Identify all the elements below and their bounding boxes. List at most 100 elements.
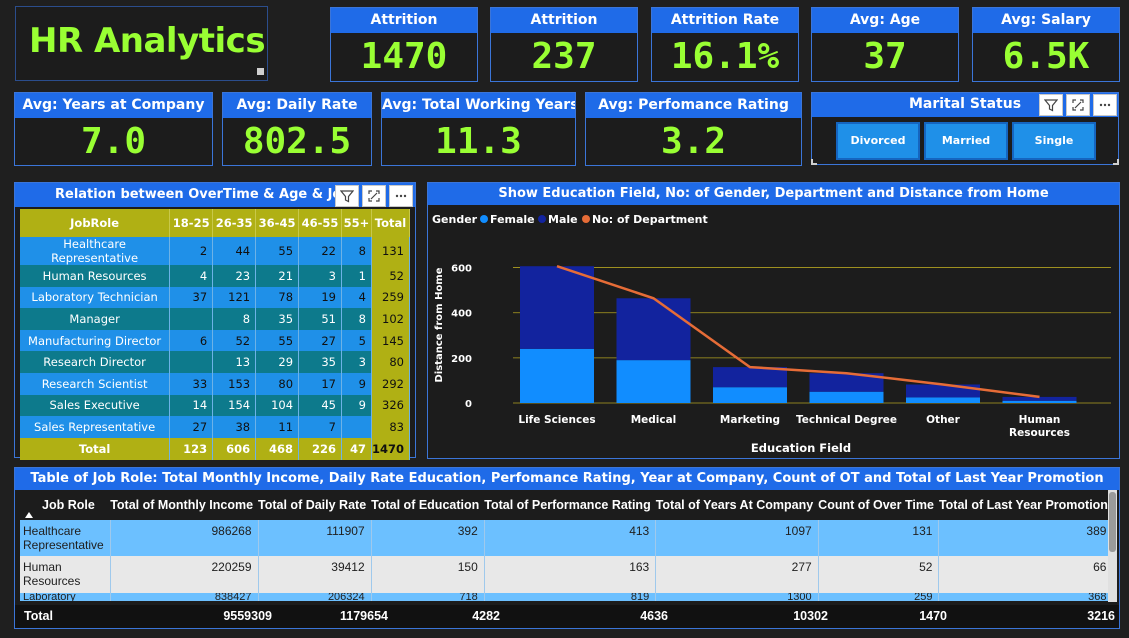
table-col-header[interactable]: Total of Daily Rate xyxy=(258,490,371,520)
bar-male xyxy=(1002,396,1077,401)
slicer-title-text: Marital Status xyxy=(908,96,1022,112)
y-tick-label: 600 xyxy=(451,264,472,275)
kpi-avg-age[interactable]: Avg: Age 37 xyxy=(811,7,959,82)
kpi-value: 3.2 xyxy=(660,121,727,162)
table-col-header[interactable]: Total of Education xyxy=(371,490,484,520)
matrix-cell: 1 xyxy=(341,265,372,287)
matrix-row-label: Sales Representative xyxy=(20,416,171,438)
jobrole-metrics-table[interactable]: Table of Job Role: Total Monthly Income,… xyxy=(14,467,1120,629)
matrix-row[interactable]: Research Scientist 33 153 80 17 9 292 xyxy=(20,372,411,395)
matrix-col-header[interactable]: 46-55 xyxy=(298,209,342,237)
matrix-cell: 6 xyxy=(169,329,214,352)
table-row[interactable]: Healthcare Representative 986268 111907 392… xyxy=(20,520,1114,556)
table-row[interactable]: Laboratory 838427 206324 718 819 1300 259 368 xyxy=(20,593,1114,601)
table-col-header-text: Job Role xyxy=(42,498,95,512)
table-col-header[interactable]: Total of Performance Rating xyxy=(484,490,655,520)
chart-canvas: Gender Female Male No: of Department 0 200 400… xyxy=(432,213,1111,455)
kpi-avg-performance[interactable]: Avg: Perfomance Rating 3.2 xyxy=(585,92,802,166)
table-row-label: Healthcare Representative xyxy=(20,520,111,556)
matrix-col-header[interactable]: 18-25 xyxy=(169,209,214,237)
matrix-cell: 7 xyxy=(298,416,342,438)
matrix-row[interactable]: Research Director 13 29 35 3 80 xyxy=(20,351,411,373)
filter-icon[interactable] xyxy=(335,185,359,207)
kpi-value: 7.0 xyxy=(80,121,147,162)
matrix-row[interactable]: Laboratory Technician 37 121 78 19 4 259 xyxy=(20,286,411,309)
kpi-avg-years-company[interactable]: Avg: Years at Company 7.0 xyxy=(14,92,213,166)
matrix-total-label: Total xyxy=(20,437,171,460)
y-tick-label: 0 xyxy=(465,399,472,410)
matrix-row-label: Manager xyxy=(20,308,171,330)
matrix-cell: 4 xyxy=(169,265,214,287)
resize-handle[interactable] xyxy=(257,68,264,75)
x-tick-label: Marketing xyxy=(720,414,780,426)
matrix-cell: 9 xyxy=(341,372,372,395)
kpi-value: 237 xyxy=(531,36,597,77)
matrix-col-header[interactable]: Total xyxy=(371,209,411,237)
kpi-attrition-total[interactable]: Attrition 1470 xyxy=(330,7,478,82)
matrix-row[interactable]: Manufacturing Director 6 52 55 27 5 145 xyxy=(20,329,411,352)
focus-mode-icon[interactable] xyxy=(1066,94,1090,116)
matrix-cell: 80 xyxy=(255,372,300,395)
kpi-label: Avg: Years at Company xyxy=(15,93,212,118)
education-field-chart[interactable]: Show Education Field, No: of Gender, Dep… xyxy=(427,182,1120,459)
matrix-col-header[interactable]: JobRole xyxy=(20,209,171,237)
table-col-header[interactable]: Count of Over Time xyxy=(818,490,939,520)
overtime-age-jobrole-matrix[interactable]: Relation between OverTime & Age & Job Jo… xyxy=(14,182,416,460)
legend-marker xyxy=(582,215,590,223)
slicer-option-married[interactable]: Married xyxy=(924,122,1008,160)
focus-mode-icon[interactable] xyxy=(362,185,386,207)
matrix-cell: 83 xyxy=(371,416,411,438)
table-cell: 986268 xyxy=(110,520,259,556)
matrix-cell: 55 xyxy=(255,329,300,352)
matrix-cell: 37 xyxy=(169,286,214,309)
matrix-cell: 80 xyxy=(371,351,411,373)
matrix-total-cell: 226 xyxy=(298,437,342,460)
kpi-avg-daily-rate[interactable]: Avg: Daily Rate 802.5 xyxy=(222,92,372,166)
slicer-option-divorced[interactable]: Divorced xyxy=(836,122,920,160)
kpi-attrition-yes[interactable]: Attrition 237 xyxy=(490,7,638,82)
table-row[interactable]: Human Resources 220259 39412 150 163 277 52 66 xyxy=(20,556,1114,593)
matrix-cell: 33 xyxy=(169,372,214,395)
matrix-cell: 52 xyxy=(212,329,257,352)
kpi-avg-salary[interactable]: Avg: Salary 6.5K xyxy=(972,7,1120,82)
scrollbar-thumb[interactable] xyxy=(1109,492,1116,552)
matrix-row-label: Research Scientist xyxy=(20,372,171,395)
matrix-cell xyxy=(341,416,372,438)
matrix-cell: 3 xyxy=(341,351,372,373)
table-cell: 1300 xyxy=(655,593,819,601)
x-tick-label: Other xyxy=(926,414,961,426)
table-col-header[interactable]: Total of Monthly Income xyxy=(110,490,258,520)
table-cell: 150 xyxy=(371,556,485,593)
matrix-row[interactable]: Manager 8 35 51 8 102 xyxy=(20,308,411,330)
matrix-col-header[interactable]: 36-45 xyxy=(255,209,300,237)
more-options-icon[interactable] xyxy=(1093,94,1117,116)
matrix-col-header[interactable]: 55+ xyxy=(341,209,372,237)
sort-ascending-icon[interactable] xyxy=(25,512,33,518)
jobrole-table: Job Role Total of Monthly Income Total o… xyxy=(20,490,1114,601)
matrix-col-header[interactable]: 26-35 xyxy=(212,209,257,237)
more-options-icon[interactable] xyxy=(389,185,413,207)
kpi-attrition-rate[interactable]: Attrition Rate 16.1% xyxy=(651,7,799,82)
table-cell: 66 xyxy=(938,556,1114,593)
matrix-cell: 5 xyxy=(341,329,372,352)
table-col-header[interactable]: Total of Last Year Promotion xyxy=(939,490,1113,520)
table-col-header[interactable]: Job Role xyxy=(20,490,110,520)
matrix-cell: 131 xyxy=(371,237,411,265)
filter-icon[interactable] xyxy=(1039,94,1063,116)
matrix-row[interactable]: Healthcare Representative 2 44 55 22 8 131 xyxy=(20,237,411,265)
kpi-label: Avg: Age xyxy=(812,8,958,33)
matrix-cell: 3 xyxy=(298,265,342,287)
kpi-avg-working-years[interactable]: Avg: Total Working Years 11.3 xyxy=(381,92,576,166)
matrix-visual-header xyxy=(335,185,413,207)
table-col-header[interactable]: Total of Years At Company xyxy=(656,490,818,520)
selection-corner xyxy=(1113,159,1119,165)
slicer-option-single[interactable]: Single xyxy=(1012,122,1096,160)
matrix-cell: 8 xyxy=(212,308,257,330)
table-scrollbar[interactable] xyxy=(1108,490,1117,602)
matrix-row[interactable]: Human Resources 4 23 21 3 1 52 xyxy=(20,265,411,287)
table-cell: 413 xyxy=(484,520,657,556)
matrix-row[interactable]: Sales Representative 27 38 11 7 83 xyxy=(20,416,411,438)
marital-status-slicer[interactable]: Marital Status Divorced Married Single xyxy=(811,92,1119,165)
kpi-value: 11.3 xyxy=(435,121,522,162)
matrix-row[interactable]: Sales Executive 14 154 104 45 9 326 xyxy=(20,394,411,417)
